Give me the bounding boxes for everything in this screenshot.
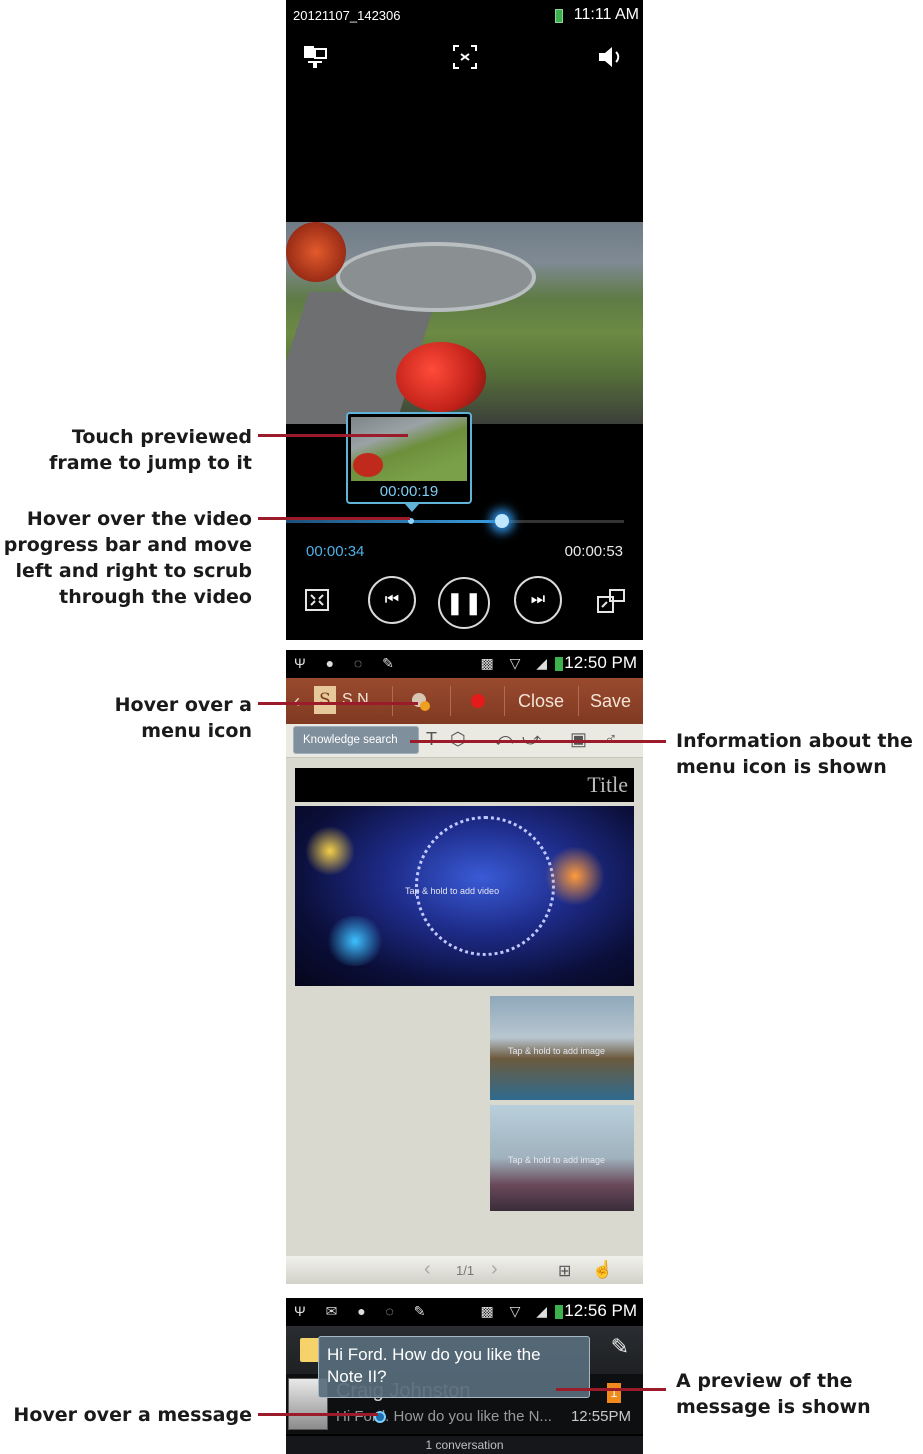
battery-icon [555,9,563,23]
callout-leader [258,702,418,705]
title-field[interactable]: Title [295,768,634,802]
unread-badge: 1 [607,1383,621,1403]
signal-icons: ▩ ▽ ◢ [480,655,553,671]
image-slot-label: Tap & hold to add image [508,1046,606,1056]
video-scene [336,242,536,312]
page-navigation: ‹ 1/1 › ⊞ ☝ [286,1256,643,1284]
frame-preview[interactable]: 00:00:19 [346,412,472,504]
record-icon[interactable] [471,694,485,708]
pause-button[interactable]: ❚❚ [438,577,490,629]
battery-icon [555,657,563,671]
callout-leader [410,740,666,743]
close-button[interactable]: Close [518,691,564,712]
total-duration: 00:00:53 [564,543,623,560]
messages-screen: Ψ ✉ ● ◌ ✎ ▩ ▽ ◢ 12:56 PM ✎ Craig Johnsto… [286,1298,643,1454]
video-slot[interactable]: Tap & hold to add video [295,806,634,986]
pause-icon: ❚❚ [445,590,483,615]
video-slot-label: Tap & hold to add video [405,886,500,896]
tooltip: Knowledge search [293,726,419,754]
fit-screen-icon[interactable] [304,588,330,618]
preview-pointer [405,504,419,512]
battery-icon [555,1305,563,1319]
add-page-icon[interactable]: ⊞ [558,1261,571,1281]
progress-handle[interactable] [495,514,509,528]
popup-player-icon[interactable] [596,588,626,620]
message-snippet: Hi Ford. How do you like the N... [336,1408,552,1425]
save-button[interactable]: Save [590,691,631,712]
callout-hover-progress: Hover over the video progress bar and mo… [3,508,252,608]
callout-hover-message: Hover over a message [13,1404,252,1426]
preview-thumbnail[interactable] [351,417,467,481]
callout-menu-info: Information about the menu icon is shown [676,730,913,778]
status-clock: 12:50 PM [564,653,637,672]
volume-icon[interactable] [596,44,626,75]
status-bar: Ψ ✉ ● ◌ ✎ ▩ ▽ ◢ 12:56 PM [286,1298,643,1326]
conversation-count: 1 conversation [286,1436,643,1454]
capture-icon[interactable] [452,44,478,75]
hand-mode-icon[interactable]: ☝ [592,1260,613,1280]
status-clock: 12:56 PM [564,1301,637,1320]
snote-logo: S [314,686,336,714]
message-preview: Hi Ford. How do you like the Note II? [318,1336,590,1398]
video-scene [286,222,346,282]
status-bar: 20121107_142306 11:11 AM [286,0,643,36]
progress-fill [286,520,502,523]
prev-page-icon[interactable]: ‹ [424,1258,431,1281]
callout-touch-preview: Touch previewed frame to jump to it [49,426,252,474]
video-player-screen: 20121107_142306 11:11 AM 00:00:19 00:00:… [286,0,643,640]
message-time: 12:55PM [570,1408,631,1425]
snote-screen: Ψ ● ◌ ✎ ▩ ▽ ◢ 12:50 PM ‹ S S N Close Sav… [286,650,643,1284]
image-slot[interactable]: Tap & hold to add image [490,1105,634,1211]
screen-mirror-icon[interactable] [302,44,328,75]
next-page-icon[interactable]: › [491,1258,498,1281]
status-icons: Ψ ✉ ● ◌ ✎ [294,1303,434,1319]
snote-toolbar: ‹ S S N Close Save [286,678,643,724]
callout-leader [258,434,408,437]
signal-icons: ▩ ▽ ◢ [480,1303,553,1319]
previous-button[interactable]: ⏮ [368,576,416,624]
previous-icon: ⏮ [384,591,400,608]
video-scene [396,342,486,412]
next-button[interactable]: ⏭ [514,576,562,624]
status-bar: Ψ ● ◌ ✎ ▩ ▽ ◢ 12:50 PM [286,650,643,678]
video-filename: 20121107_142306 [293,8,401,23]
callout-leader [258,1413,378,1416]
status-icons: Ψ ● ◌ ✎ [294,655,402,671]
callout-leader [258,517,410,520]
video-frame[interactable] [286,222,643,424]
page-indicator: 1/1 [456,1263,475,1278]
callout-hover-menu: Hover over a menu icon [114,694,252,742]
image-slot-label: Tap & hold to add image [508,1155,606,1165]
callout-message-preview: A preview of the message is shown [676,1370,871,1418]
callout-leader [556,1388,666,1391]
compose-icon[interactable]: ✎ [611,1334,629,1360]
status-clock: 11:11 AM [573,6,639,23]
folder-icon[interactable] [300,1338,320,1362]
elapsed-time: 00:00:34 [306,543,365,560]
preview-time: 00:00:19 [379,483,439,500]
app-name: S N [342,691,369,708]
image-slot[interactable]: Tap & hold to add image [490,996,634,1100]
next-icon: ⏭ [530,591,546,608]
